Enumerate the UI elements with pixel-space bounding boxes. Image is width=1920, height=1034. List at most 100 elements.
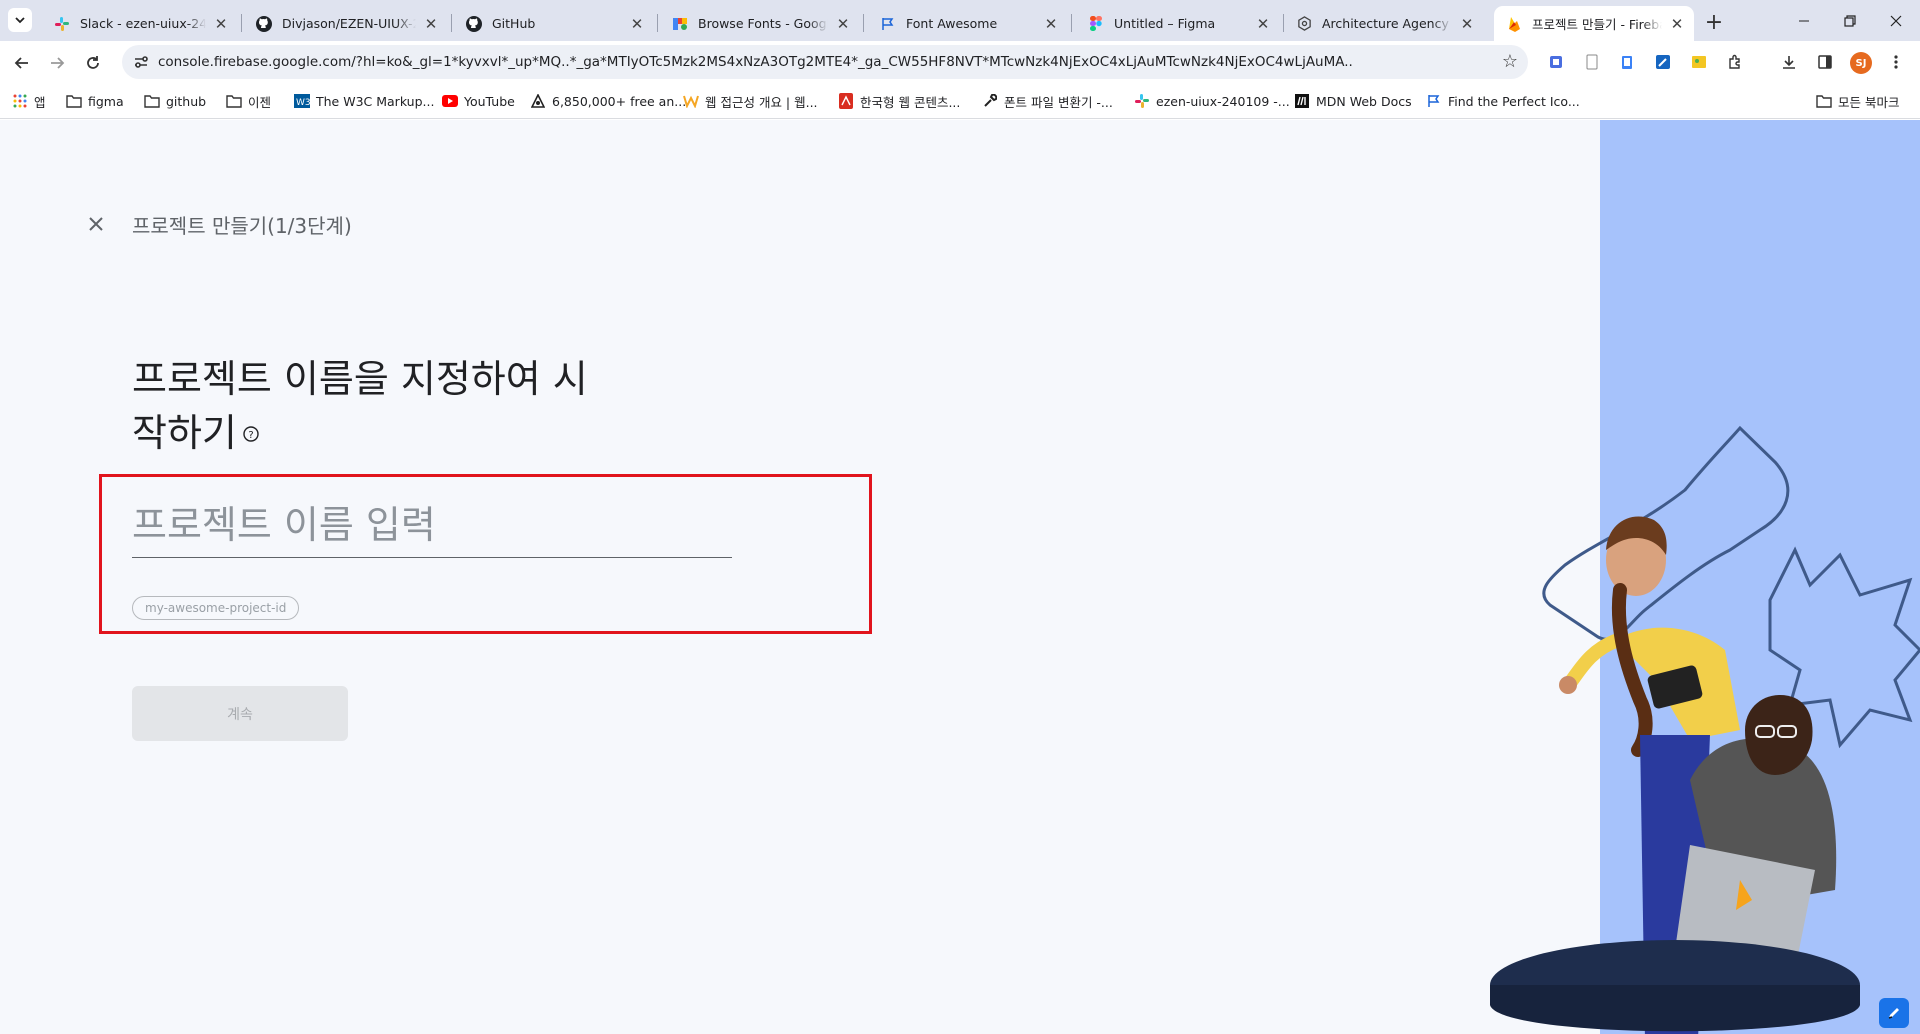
close-icon[interactable]: ✕ xyxy=(212,15,230,33)
bookmark-web-accessibility[interactable]: 웹 접근성 개요 | 웹... xyxy=(683,91,818,111)
close-icon[interactable]: ✕ xyxy=(1254,15,1272,33)
tab-font-awesome[interactable]: Font Awesome ✕ xyxy=(868,6,1068,41)
extension-image-icon[interactable] xyxy=(1689,52,1709,72)
close-icon[interactable]: ✕ xyxy=(1042,15,1060,33)
extension-page-icon[interactable] xyxy=(1582,52,1602,72)
bookmark-font-converter[interactable]: 폰트 파일 변환기 -... xyxy=(982,91,1113,111)
extensions-puzzle-icon[interactable] xyxy=(1725,52,1745,72)
youtube-icon xyxy=(442,93,458,109)
close-icon xyxy=(89,217,103,231)
flag-icon xyxy=(1426,93,1442,109)
bookmark-find-icons[interactable]: Find the Perfect Ico... xyxy=(1426,91,1580,111)
profile-avatar[interactable]: SJ xyxy=(1850,52,1872,74)
woman-arm xyxy=(1563,633,1625,690)
flaticon-icon xyxy=(530,93,546,109)
chevron-down-icon xyxy=(15,17,25,24)
page-heading: 프로젝트 이름을 지정하여 시 작하기? xyxy=(132,352,632,464)
tab-title: Divjason/EZEN-UIUX-240 xyxy=(282,16,416,31)
close-wizard-button[interactable] xyxy=(84,212,108,236)
tab-search-button[interactable] xyxy=(8,8,32,32)
arrow-right-icon xyxy=(51,57,65,69)
restore-button[interactable] xyxy=(1827,0,1873,41)
bookmark-mdn[interactable]: MDN Web Docs xyxy=(1294,91,1412,111)
bookmark-youtube[interactable]: YouTube xyxy=(442,91,515,111)
minimize-icon xyxy=(1799,20,1809,21)
step-title: 프로젝트 만들기(1/3단계) xyxy=(132,214,352,238)
side-panel-icon[interactable] xyxy=(1815,52,1835,72)
project-name-input[interactable] xyxy=(132,492,732,558)
bookmark-label: 6,850,000+ free an... xyxy=(552,93,687,109)
figma-icon xyxy=(1088,15,1104,32)
tab-title: Browse Fonts - Google F xyxy=(698,16,828,31)
new-tab-button[interactable]: + xyxy=(1700,8,1728,36)
tab-google-fonts[interactable]: Browse Fonts - Google F ✕ xyxy=(660,6,860,41)
edit-fab-button[interactable] xyxy=(1879,998,1909,1028)
table-edge xyxy=(1490,985,1860,1032)
tab-divjason-repo[interactable]: Divjason/EZEN-UIUX-240 ✕ xyxy=(244,6,448,41)
bookmark-folder-figma[interactable]: figma xyxy=(66,91,124,111)
bookmark-folder-ezen[interactable]: 이젠 xyxy=(226,91,271,111)
bookmark-kwcag-pdf[interactable]: 한국형 웹 콘텐츠... xyxy=(838,91,960,111)
bookmark-label: MDN Web Docs xyxy=(1316,93,1412,109)
tab-github[interactable]: GitHub ✕ xyxy=(454,6,654,41)
heading-line-1: 프로젝트 이름을 지정하여 시 xyxy=(132,357,588,401)
forward-button[interactable] xyxy=(42,48,72,78)
bookmark-slack[interactable]: ezen-uiux-240109 -... xyxy=(1134,91,1290,111)
tab-separator xyxy=(1071,14,1072,32)
reload-button[interactable] xyxy=(78,48,108,78)
bookmark-star-icon[interactable]: ☆ xyxy=(1502,51,1518,72)
github-icon xyxy=(256,15,272,32)
help-glyph: ? xyxy=(248,430,253,441)
close-icon[interactable]: ✕ xyxy=(834,15,852,33)
continue-button[interactable]: 계속 xyxy=(132,686,348,741)
close-icon[interactable]: ✕ xyxy=(422,15,440,33)
flag-icon xyxy=(880,16,896,32)
downloads-icon[interactable] xyxy=(1779,52,1799,72)
tab-figma[interactable]: Untitled – Figma ✕ xyxy=(1076,6,1280,41)
bookmark-w3c[interactable]: W3 The W3C Markup... xyxy=(294,91,434,111)
close-icon xyxy=(1890,15,1902,26)
github-icon xyxy=(466,15,482,32)
tab-strip: Slack - ezen-uiux-240109 ✕ Divjason/EZEN… xyxy=(0,0,1920,41)
woman-hand xyxy=(1559,676,1577,694)
extension-translate-icon[interactable] xyxy=(1546,52,1566,72)
site-settings-icon[interactable] xyxy=(132,53,150,71)
w3c-icon: W3 xyxy=(294,93,310,109)
browser-toolbar: console.firebase.google.com/?hl=ko&_gl=1… xyxy=(0,41,1920,83)
help-icon[interactable]: ? xyxy=(243,410,259,464)
bookmark-folder-github[interactable]: github xyxy=(144,91,206,111)
outline-shape-1 xyxy=(1542,425,1790,641)
extension-colorpicker-icon[interactable] xyxy=(1653,52,1673,72)
url-text[interactable]: console.firebase.google.com/?hl=ko&_gl=1… xyxy=(158,54,1458,70)
plus-icon: + xyxy=(1704,9,1724,35)
folder-icon xyxy=(226,93,242,109)
minimize-button[interactable] xyxy=(1781,0,1827,41)
all-bookmarks-folder[interactable]: 모든 북마크 xyxy=(1816,91,1899,111)
bookmark-flaticon[interactable]: 6,850,000+ free an... xyxy=(530,91,686,111)
bookmark-apps[interactable]: 앱 xyxy=(12,91,46,111)
slack-icon xyxy=(1134,93,1150,109)
tab-separator xyxy=(863,14,864,32)
close-icon[interactable]: ✕ xyxy=(628,15,646,33)
gear-icon xyxy=(1296,16,1312,32)
bookmark-label: YouTube xyxy=(464,93,515,109)
create-project-page: 프로젝트 만들기(1/3단계) 프로젝트 이름을 지정하여 시 작하기? my-… xyxy=(0,120,1920,1034)
more-menu-icon[interactable] xyxy=(1886,52,1906,72)
tab-slack[interactable]: Slack - ezen-uiux-240109 ✕ xyxy=(42,6,238,41)
extension-clipboard-icon[interactable] xyxy=(1617,52,1637,72)
folder-icon xyxy=(144,93,160,109)
tab-architecture-agency[interactable]: Architecture Agency ✕ xyxy=(1284,6,1484,41)
slack-icon xyxy=(54,16,70,32)
tab-title: Untitled – Figma xyxy=(1114,16,1216,31)
tab-title: Font Awesome xyxy=(906,16,998,31)
close-icon[interactable]: ✕ xyxy=(1458,15,1476,33)
project-id-chip[interactable]: my-awesome-project-id xyxy=(132,596,300,620)
tab-firebase-active[interactable]: 프로젝트 만들기 - Fireba ✕ xyxy=(1494,6,1694,41)
w-logo-icon xyxy=(683,93,699,109)
close-icon[interactable]: ✕ xyxy=(1668,15,1686,33)
bookmark-label: Find the Perfect Ico... xyxy=(1448,93,1580,109)
bookmarks-bar: 앱 figma github 이젠 W3 The W3C Markup... Y… xyxy=(0,83,1920,119)
back-button[interactable] xyxy=(7,48,37,78)
address-bar[interactable]: console.firebase.google.com/?hl=ko&_gl=1… xyxy=(122,45,1528,79)
window-close-button[interactable] xyxy=(1873,0,1919,41)
